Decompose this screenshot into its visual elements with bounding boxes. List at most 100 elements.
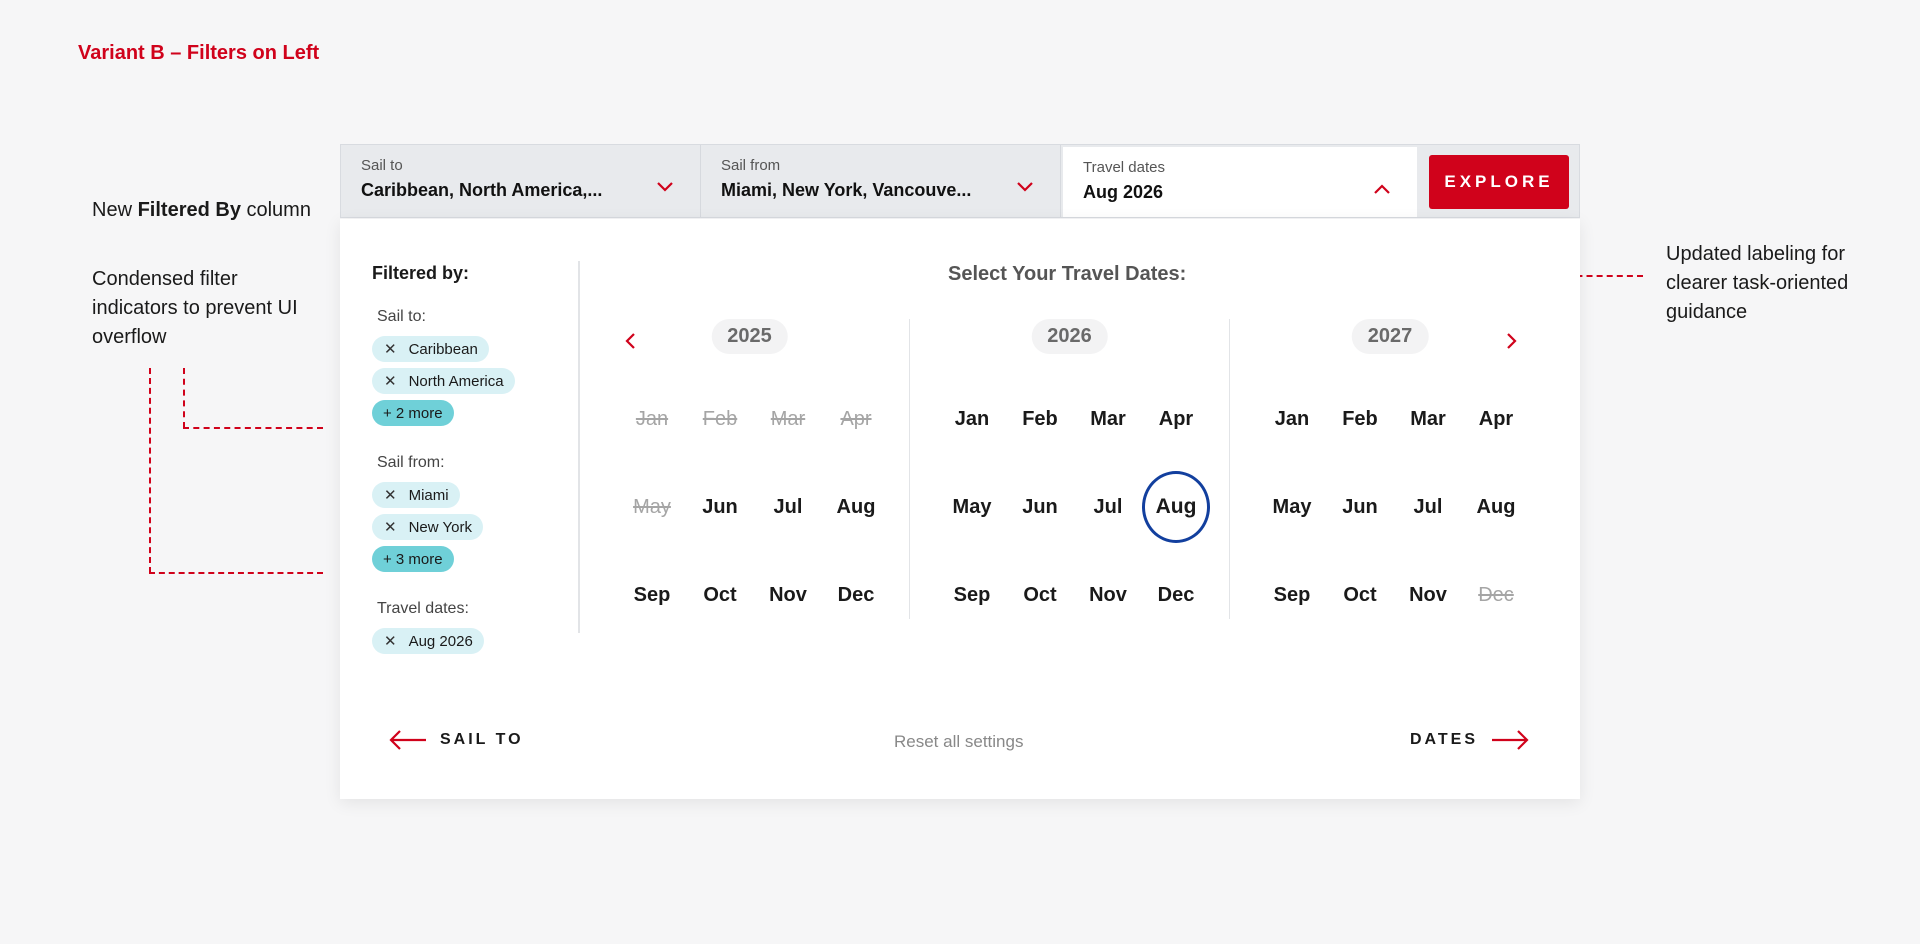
month-label: Aug	[1476, 495, 1516, 518]
month-cell[interactable]: Nov	[1074, 551, 1142, 639]
variant-title: Variant B – Filters on Left	[78, 42, 320, 64]
month-cell[interactable]: Mar	[1074, 375, 1142, 463]
month-cell[interactable]: Nov	[754, 551, 822, 639]
chevron-down-icon	[657, 182, 673, 192]
month-label: Apr	[840, 407, 872, 430]
month-label: Jan	[954, 407, 990, 430]
month-label: Jul	[1413, 495, 1443, 518]
month-cell[interactable]: May	[938, 463, 1006, 551]
month-cell[interactable]: Oct	[1006, 551, 1074, 639]
month-cell[interactable]: Jun	[1006, 463, 1074, 551]
month-label: Feb	[1022, 407, 1058, 430]
filtered-by-heading: Filtered by:	[372, 263, 470, 283]
month-cell[interactable]: Nov	[1394, 551, 1462, 639]
travel-dates-dropdown[interactable]: Travel dates Aug 2026	[1063, 147, 1417, 217]
filter-chip[interactable]: ✕ Miami	[372, 482, 460, 508]
month-cell[interactable]: Dec	[822, 551, 890, 639]
month-cell[interactable]: Mar	[1394, 375, 1462, 463]
month-label: Nov	[769, 583, 807, 606]
sail-to-value: Caribbean, North America,...	[361, 180, 603, 200]
month-label: Sep	[633, 583, 671, 606]
month-cell-selected[interactable]: Aug	[1142, 463, 1210, 551]
month-label: Mar	[1410, 407, 1446, 430]
year-block-2027: 2027 Jan Feb Mar Apr May Jun Jul Aug Sep Oct Nov De…	[1230, 319, 1550, 619]
month-cell[interactable]: Feb	[1326, 375, 1394, 463]
more-filters-chip[interactable]: + 2 more	[372, 400, 454, 426]
month-cell[interactable]: Feb	[1006, 375, 1074, 463]
filter-chip[interactable]: ✕ New York	[372, 514, 483, 540]
month-label: Sep	[1273, 583, 1311, 606]
next-dates-button[interactable]: DATES	[1410, 729, 1530, 751]
month-label: Nov	[1089, 583, 1127, 606]
month-label: May	[1272, 495, 1312, 518]
filter-chip[interactable]: ✕ North America	[372, 368, 515, 394]
month-cell[interactable]: Jan	[1258, 375, 1326, 463]
month-cell[interactable]: Apr	[1462, 375, 1530, 463]
annotation-bold-text: Filtered By	[137, 199, 241, 221]
sail-to-dropdown[interactable]: Sail to Caribbean, North America,...	[341, 145, 701, 217]
month-cell[interactable]: Oct	[686, 551, 754, 639]
annotation-connector	[149, 368, 151, 573]
month-label: Jun	[1342, 495, 1378, 518]
month-cell[interactable]: Jun	[686, 463, 754, 551]
month-grid: Jan Feb Mar Apr May Jun Jul Aug Sep Oct Nov Dec	[1258, 375, 1530, 639]
close-icon[interactable]: ✕	[384, 486, 397, 504]
month-label: Jun	[1022, 495, 1058, 518]
month-cell[interactable]: Jul	[1074, 463, 1142, 551]
month-cell: May	[618, 463, 686, 551]
month-cell[interactable]: Oct	[1326, 551, 1394, 639]
month-label: Jan	[1274, 407, 1310, 430]
close-icon[interactable]: ✕	[384, 372, 397, 390]
month-label: Apr	[1478, 407, 1514, 430]
year-label: 2027	[1351, 319, 1429, 354]
explore-button[interactable]: EXPLORE	[1429, 155, 1569, 209]
month-cell: Feb	[686, 375, 754, 463]
travel-dates-value: Aug 2026	[1083, 182, 1164, 202]
month-cell[interactable]: Jul	[754, 463, 822, 551]
year-label: 2026	[1031, 319, 1108, 354]
month-cell[interactable]: Sep	[1258, 551, 1326, 639]
back-sail-to-button[interactable]: SAIL TO	[388, 729, 524, 751]
annotation-text: column	[240, 199, 311, 221]
annotation-connector	[149, 572, 323, 574]
month-cell[interactable]: May	[1258, 463, 1326, 551]
filter-group-travel-dates: Travel dates: ✕ Aug 2026	[372, 600, 572, 660]
chevron-up-icon	[1374, 184, 1390, 194]
annotation-condensed: Condensed filter indicators to prevent U…	[92, 268, 298, 348]
month-cell[interactable]: Dec	[1142, 551, 1210, 639]
filter-group-label: Sail from:	[377, 454, 445, 471]
month-cell[interactable]: Aug	[1462, 463, 1530, 551]
month-label: May	[633, 495, 671, 518]
month-cell[interactable]: Jan	[938, 375, 1006, 463]
month-cell[interactable]: Jul	[1394, 463, 1462, 551]
month-label: Jul	[773, 495, 803, 518]
filter-group-sail-from: Sail from: ✕ Miami ✕ New York + 3 more	[372, 454, 572, 578]
month-label: Dec	[837, 583, 875, 606]
month-cell[interactable]: Apr	[1142, 375, 1210, 463]
month-label: Apr	[1158, 407, 1194, 430]
reset-settings-link[interactable]: Reset all settings	[894, 732, 1023, 752]
filter-chip[interactable]: ✕ Caribbean	[372, 336, 489, 362]
annotation-connector	[183, 368, 185, 428]
travel-dates-label: Travel dates	[1083, 159, 1165, 176]
month-cell[interactable]: Jun	[1326, 463, 1394, 551]
next-label: DATES	[1409, 731, 1478, 748]
chevron-down-icon	[1017, 182, 1033, 192]
close-icon[interactable]: ✕	[384, 632, 397, 650]
more-filters-chip[interactable]: + 3 more	[372, 546, 454, 572]
month-grid: Jan Feb Mar Apr May Jun Jul Aug Sep Oct Nov Dec	[938, 375, 1210, 639]
close-icon[interactable]: ✕	[384, 340, 397, 358]
month-cell: Mar	[754, 375, 822, 463]
filtered-by-column: Filtered by: Sail to: ✕ Caribbean ✕ North …	[372, 263, 572, 682]
year-block-2026: 2026 Jan Feb Mar Apr May Jun Jul Aug Sep Oct Nov De…	[910, 319, 1230, 619]
close-icon[interactable]: ✕	[384, 518, 397, 536]
month-label: Jul	[1093, 495, 1123, 518]
search-bar: Sail to Caribbean, North America,... Sai…	[340, 144, 1580, 218]
month-label: Feb	[1342, 407, 1378, 430]
month-cell[interactable]: Sep	[618, 551, 686, 639]
month-cell[interactable]: Sep	[938, 551, 1006, 639]
sail-from-dropdown[interactable]: Sail from Miami, New York, Vancouve...	[701, 145, 1061, 217]
month-label: Feb	[702, 407, 738, 430]
filter-chip[interactable]: ✕ Aug 2026	[372, 628, 484, 654]
month-cell[interactable]: Aug	[822, 463, 890, 551]
